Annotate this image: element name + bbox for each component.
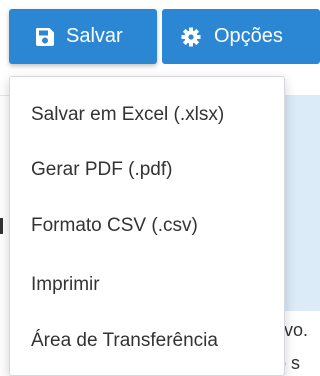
menu-item-print[interactable]: Imprimir [10,257,284,313]
menu-item-clipboard[interactable]: Área de Transferência [10,313,284,369]
menu-item-csv-format[interactable]: Formato CSV (.csv) [10,198,284,254]
background-mark [0,218,3,234]
options-button[interactable]: Opções [162,9,320,64]
background-panel [282,96,320,311]
floppy-disk-icon [35,27,55,47]
save-button-label: Salvar [66,25,123,47]
background-text: vo. [284,320,309,340]
menu-item-save-excel[interactable]: Salvar em Excel (.xlsx) [10,87,284,143]
gear-icon [181,27,201,47]
menu-item-generate-pdf[interactable]: Gerar PDF (.pdf) [10,142,284,198]
save-button[interactable]: Salvar [9,9,157,64]
options-button-label: Opções [214,25,283,47]
toolbar: Salvar Opções [0,0,320,66]
save-dropdown-menu: Salvar em Excel (.xlsx) Gerar PDF (.pdf)… [9,76,285,376]
